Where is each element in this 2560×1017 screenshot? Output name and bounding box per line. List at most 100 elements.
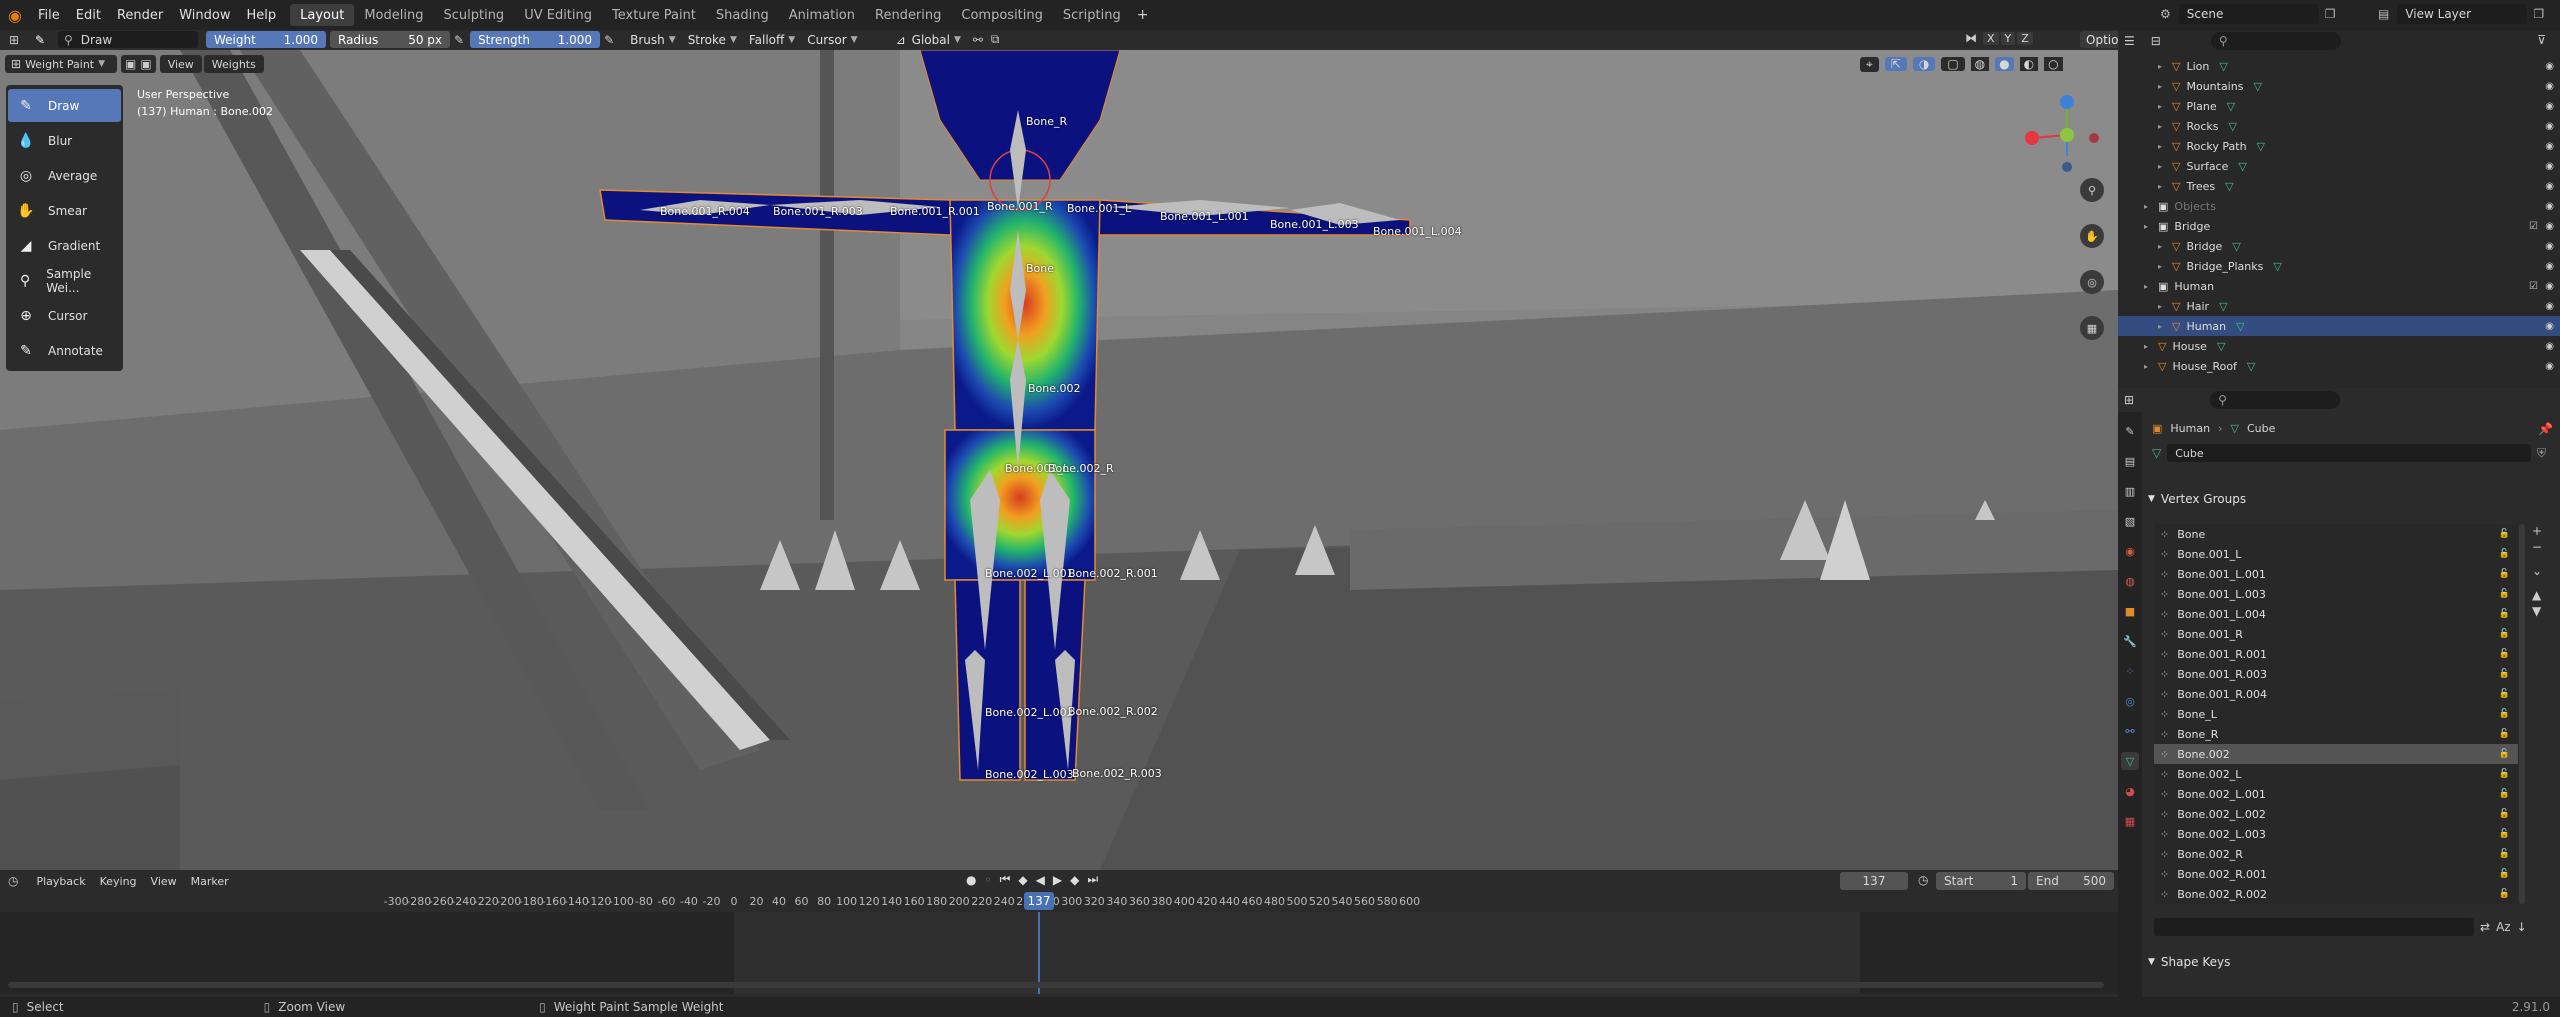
sort-alpha-icon[interactable]: Az — [2496, 920, 2511, 934]
zoom-icon[interactable]: ⚲ — [2080, 178, 2104, 202]
menu-edit[interactable]: Edit — [68, 0, 109, 30]
keying-icon[interactable]: ◦ — [984, 873, 991, 887]
mode-dropdown[interactable]: ⊞ Weight Paint ▼ — [5, 55, 117, 73]
jump-start-icon[interactable]: ⏮ — [1000, 872, 1011, 887]
timeline-menu-marker[interactable]: Marker — [191, 875, 229, 888]
outliner-row[interactable]: ▸ ▽ Rocks ▽ ◉ — [2118, 116, 2560, 136]
vertex-mask-icon[interactable]: ▣ — [140, 57, 151, 71]
playhead-frame-badge[interactable]: 137 — [1024, 892, 1054, 910]
exclude-checkbox[interactable]: ☑ — [2529, 221, 2538, 232]
lock-icon[interactable]: 🔓 — [2499, 569, 2510, 579]
lock-icon[interactable]: 🔓 — [2499, 549, 2510, 559]
gizmo-icon[interactable]: ⇱ — [1884, 57, 1907, 71]
end-frame-field[interactable]: End 500 — [2028, 872, 2114, 890]
eye-icon[interactable]: ◉ — [2545, 361, 2554, 372]
eye-icon[interactable]: ◉ — [2545, 321, 2554, 332]
jump-key-forward-icon[interactable]: ◆ — [1070, 873, 1079, 887]
scene-tab-icon[interactable]: ◉ — [2121, 542, 2139, 560]
fake-user-icon[interactable]: ⛨ — [2537, 446, 2546, 461]
lock-icon[interactable]: 🔓 — [2499, 889, 2510, 899]
play-reverse-icon[interactable]: ◀ — [1036, 873, 1045, 887]
particles-tab-icon[interactable]: ⁘ — [2121, 662, 2139, 680]
vertex-group-row[interactable]: ⁘ Bone.001_R.003 🔓 — [2154, 664, 2518, 684]
properties-editor-icon[interactable]: ⊞ — [2124, 393, 2134, 407]
mirror-icon[interactable]: ⧉ — [991, 32, 1000, 47]
tab-uv-editing[interactable]: UV Editing — [514, 4, 602, 26]
vertex-group-row[interactable]: ⁘ Bone_L 🔓 — [2154, 704, 2518, 724]
add-group-button[interactable]: + — [2532, 524, 2542, 538]
list-scrollbar[interactable] — [2519, 524, 2525, 904]
orientation-dropdown[interactable]: ⊿ Global ▼ — [890, 31, 967, 48]
3d-viewport[interactable]: Bone_R Bone.001_R.004 Bone.001_R.003 Bon… — [0, 50, 2118, 870]
grid-icon[interactable]: ▦ — [2080, 316, 2104, 340]
vertex-group-row[interactable]: ⁘ Bone.002_L 🔓 — [2154, 764, 2518, 784]
lock-icon[interactable]: 🔓 — [2499, 849, 2510, 859]
mesh-browse-icon[interactable]: ▽ — [2152, 446, 2161, 460]
outliner-row[interactable]: ▸ ▽ Surface ▽ ◉ — [2118, 156, 2560, 176]
specials-menu-icon[interactable]: ⌄ — [2532, 564, 2542, 578]
weight-field[interactable]: Weight 1.000 — [206, 31, 326, 48]
stroke-dropdown[interactable]: Stroke ▼ — [682, 31, 743, 48]
record-icon[interactable]: ● — [966, 873, 976, 887]
vertex-group-row[interactable]: ⁘ Bone.002_R 🔓 — [2154, 844, 2518, 864]
tab-shading[interactable]: Shading — [706, 4, 779, 26]
modifier-tab-icon[interactable]: 🔧 — [2121, 632, 2139, 650]
outliner-row[interactable]: ▸ ▽ House_Roof ▽ ◉ — [2118, 356, 2560, 376]
copy-layer-icon[interactable]: ❐ — [2533, 7, 2544, 21]
tab-rendering[interactable]: Rendering — [865, 4, 951, 26]
display-mode-icon[interactable]: ⊟ — [2151, 34, 2161, 48]
xray-icon[interactable]: ▢ — [1941, 57, 1965, 71]
view-layer-selector[interactable]: ▤ View Layer ❐ — [2378, 4, 2544, 24]
lock-icon[interactable]: 🔓 — [2499, 729, 2510, 739]
outliner-row[interactable]: ▸ ▽ Bridge_Planks ▽ ◉ — [2118, 256, 2560, 276]
expand-arrow-icon[interactable]: ▸ — [2144, 282, 2154, 291]
add-workspace-button[interactable]: + — [1137, 7, 1149, 23]
output-tab-icon[interactable]: ▥ — [2121, 482, 2139, 500]
invert-filter-icon[interactable]: ⇄ — [2480, 920, 2490, 934]
pin-icon[interactable]: 📌 — [2538, 422, 2553, 436]
move-down-icon[interactable]: ▼ — [2532, 604, 2542, 618]
cursor-dropdown[interactable]: Cursor ▼ — [801, 31, 863, 48]
menu-file[interactable]: File — [30, 0, 68, 30]
expand-arrow-icon[interactable]: ▸ — [2158, 182, 2168, 191]
jump-key-back-icon[interactable]: ◆ — [1018, 873, 1027, 887]
frame-ruler[interactable]: -300 -280 -260 -240 -220 -200 -180 -160 -140 -120… — [0, 892, 2118, 912]
expand-arrow-icon[interactable]: ▸ — [2158, 262, 2168, 271]
expand-arrow-icon[interactable]: ▸ — [2158, 142, 2168, 151]
lock-icon[interactable]: 🔓 — [2499, 809, 2510, 819]
expand-arrow-icon[interactable]: ▸ — [2158, 82, 2168, 91]
outliner-row[interactable]: ▸ ▽ House ▽ ◉ — [2118, 336, 2560, 356]
vertex-group-row[interactable]: ⁘ Bone.002_R.002 🔓 — [2154, 884, 2518, 904]
lock-icon[interactable]: 🔓 — [2499, 629, 2510, 639]
eye-icon[interactable]: ◉ — [2545, 161, 2554, 172]
navigation-gizmo[interactable] — [2010, 90, 2100, 180]
outliner-row[interactable]: ▸ ▽ Mountains ▽ ◉ — [2118, 76, 2560, 96]
lock-icon[interactable]: 🔓 — [2499, 529, 2510, 539]
copy-icon[interactable]: ❐ — [2325, 7, 2336, 21]
lock-icon[interactable]: 🔓 — [2499, 869, 2510, 879]
view-layer-tab-icon[interactable]: ▧ — [2121, 512, 2139, 530]
lock-icon[interactable]: 🔓 — [2499, 749, 2510, 759]
lock-icon[interactable]: 🔓 — [2499, 829, 2510, 839]
eye-icon[interactable]: ◉ — [2545, 81, 2554, 92]
timeline-menu-view[interactable]: View — [151, 875, 177, 888]
expand-arrow-icon[interactable]: ▸ — [2144, 202, 2154, 211]
vertex-group-row[interactable]: ⁘ Bone.002_L.001 🔓 — [2154, 784, 2518, 804]
list-filter-input[interactable] — [2154, 918, 2474, 936]
vertex-group-row[interactable]: ⁘ Bone.002_L.003 🔓 — [2154, 824, 2518, 844]
timeline-body[interactable] — [0, 912, 2118, 994]
radius-field[interactable]: Radius 50 px — [330, 31, 450, 48]
lock-icon[interactable]: 🔓 — [2499, 769, 2510, 779]
view-layer-field[interactable]: View Layer — [2397, 4, 2528, 24]
weights-menu[interactable]: Weights — [203, 55, 264, 73]
visibility-icon[interactable]: ⌖ — [1860, 56, 1879, 72]
outliner-row[interactable]: ▸ ▽ Bridge ▽ ◉ — [2118, 236, 2560, 256]
lock-icon[interactable]: 🔓 — [2499, 609, 2510, 619]
start-frame-field[interactable]: Start 1 — [1936, 872, 2026, 890]
preview-range-icon[interactable]: ◷ — [1918, 873, 1928, 887]
tool-average[interactable]: ◎ Average — [8, 159, 121, 192]
remove-group-button[interactable]: − — [2532, 540, 2542, 554]
face-mask-icon[interactable]: ▣ — [125, 57, 136, 71]
expand-arrow-icon[interactable]: ▸ — [2158, 62, 2168, 71]
eye-icon[interactable]: ◉ — [2545, 241, 2554, 252]
